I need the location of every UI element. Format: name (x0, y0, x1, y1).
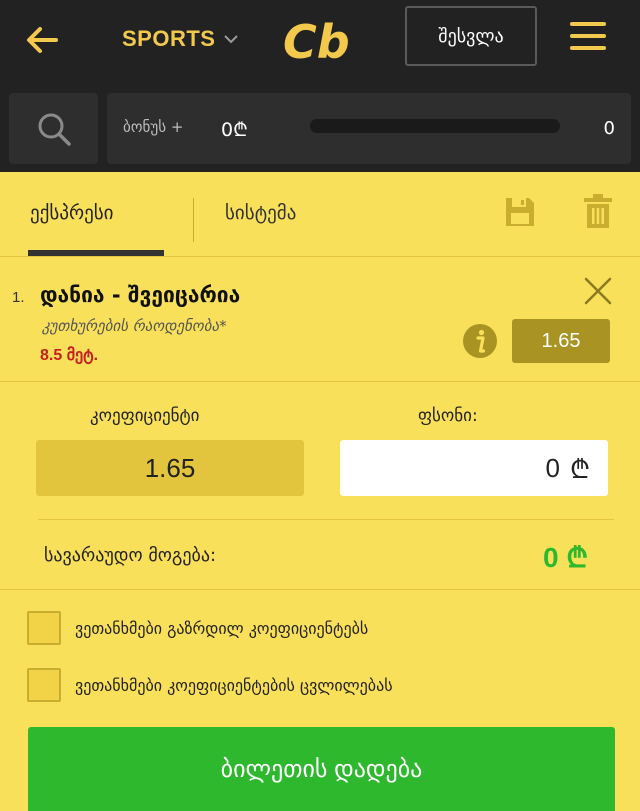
close-icon[interactable] (584, 277, 612, 305)
search-button[interactable] (9, 93, 98, 164)
stake-input-value: 0 (545, 452, 560, 483)
bet-event-title: დანია - შვეიცარია (40, 283, 241, 307)
place-bet-button[interactable]: ბილეთის დადება (28, 727, 615, 811)
odds-change-checkbox[interactable] (27, 668, 61, 702)
back-arrow-icon[interactable] (22, 20, 62, 60)
login-button-label: შესვლა (438, 25, 504, 47)
bet-odds-badge: 1.65 (512, 319, 610, 363)
svg-text:Cb: Cb (283, 15, 350, 66)
bet-market: კუთხურების რაოდენობა* (42, 317, 227, 335)
bonus-amount: 0₾ (221, 119, 248, 141)
trash-icon[interactable] (584, 194, 612, 228)
info-icon[interactable] (462, 323, 498, 359)
possible-winnings-label: სავარაუდო მოგება: (44, 545, 217, 566)
increased-odds-checkbox[interactable] (27, 611, 61, 645)
possible-winnings-value: 0 ₾ (543, 542, 588, 573)
bet-item: 1. დანია - შვეიცარია კუთხურების რაოდენობ… (0, 256, 640, 382)
bet-number: 1. (12, 289, 25, 306)
betslip-tabs: ექსპრესი სისტემა (0, 172, 640, 256)
login-button[interactable]: შესვლა (405, 6, 537, 66)
tab-divider (193, 198, 194, 242)
divider (38, 519, 614, 520)
search-icon (38, 113, 71, 146)
stake-label: ფსონი: (418, 406, 478, 426)
sports-label: SPORTS (122, 26, 216, 51)
divider (0, 589, 640, 590)
bonus-counter: 0 (603, 118, 615, 139)
chevron-down-icon (224, 35, 239, 44)
coefficient-label: კოეფიციენტი (90, 406, 200, 426)
save-icon[interactable] (504, 196, 536, 228)
increased-odds-label: ვეთანხმები გაზრდილ კოეფიციენტებს (75, 618, 369, 638)
increased-odds-option[interactable]: ვეთანხმები გაზრდილ კოეფიციენტებს (27, 611, 368, 645)
tab-express[interactable]: ექსპრესი (30, 202, 114, 224)
menu-hamburger-icon[interactable] (570, 22, 606, 52)
stake-input[interactable]: 0 ₾ (340, 440, 608, 496)
coefficient-value: 1.65 (36, 440, 304, 496)
bonus-progress-bar (310, 119, 560, 133)
odds-change-label: ვეთანხმები კოეფიციენტების ცვლილებას (75, 675, 393, 695)
bonus-strip: ბონუს + 0₾ 0 (0, 82, 640, 172)
lari-currency-icon: ₾ (569, 454, 590, 484)
bonus-progress-panel: ბონუს + 0₾ 0 (107, 93, 631, 164)
brand-logo[interactable]: Cb (283, 14, 359, 66)
odds-change-option[interactable]: ვეთანხმები კოეფიციენტების ცვლილებას (27, 668, 393, 702)
place-bet-button-label: ბილეთის დადება (220, 755, 423, 783)
sports-dropdown[interactable]: SPORTS (122, 26, 239, 52)
bonus-label: ბონუს + (123, 118, 184, 136)
bet-line: 8.5 მეტ. (40, 347, 99, 364)
top-navbar: SPORTS Cb შესვლა (0, 0, 640, 82)
tab-system[interactable]: სისტემა (225, 202, 296, 224)
